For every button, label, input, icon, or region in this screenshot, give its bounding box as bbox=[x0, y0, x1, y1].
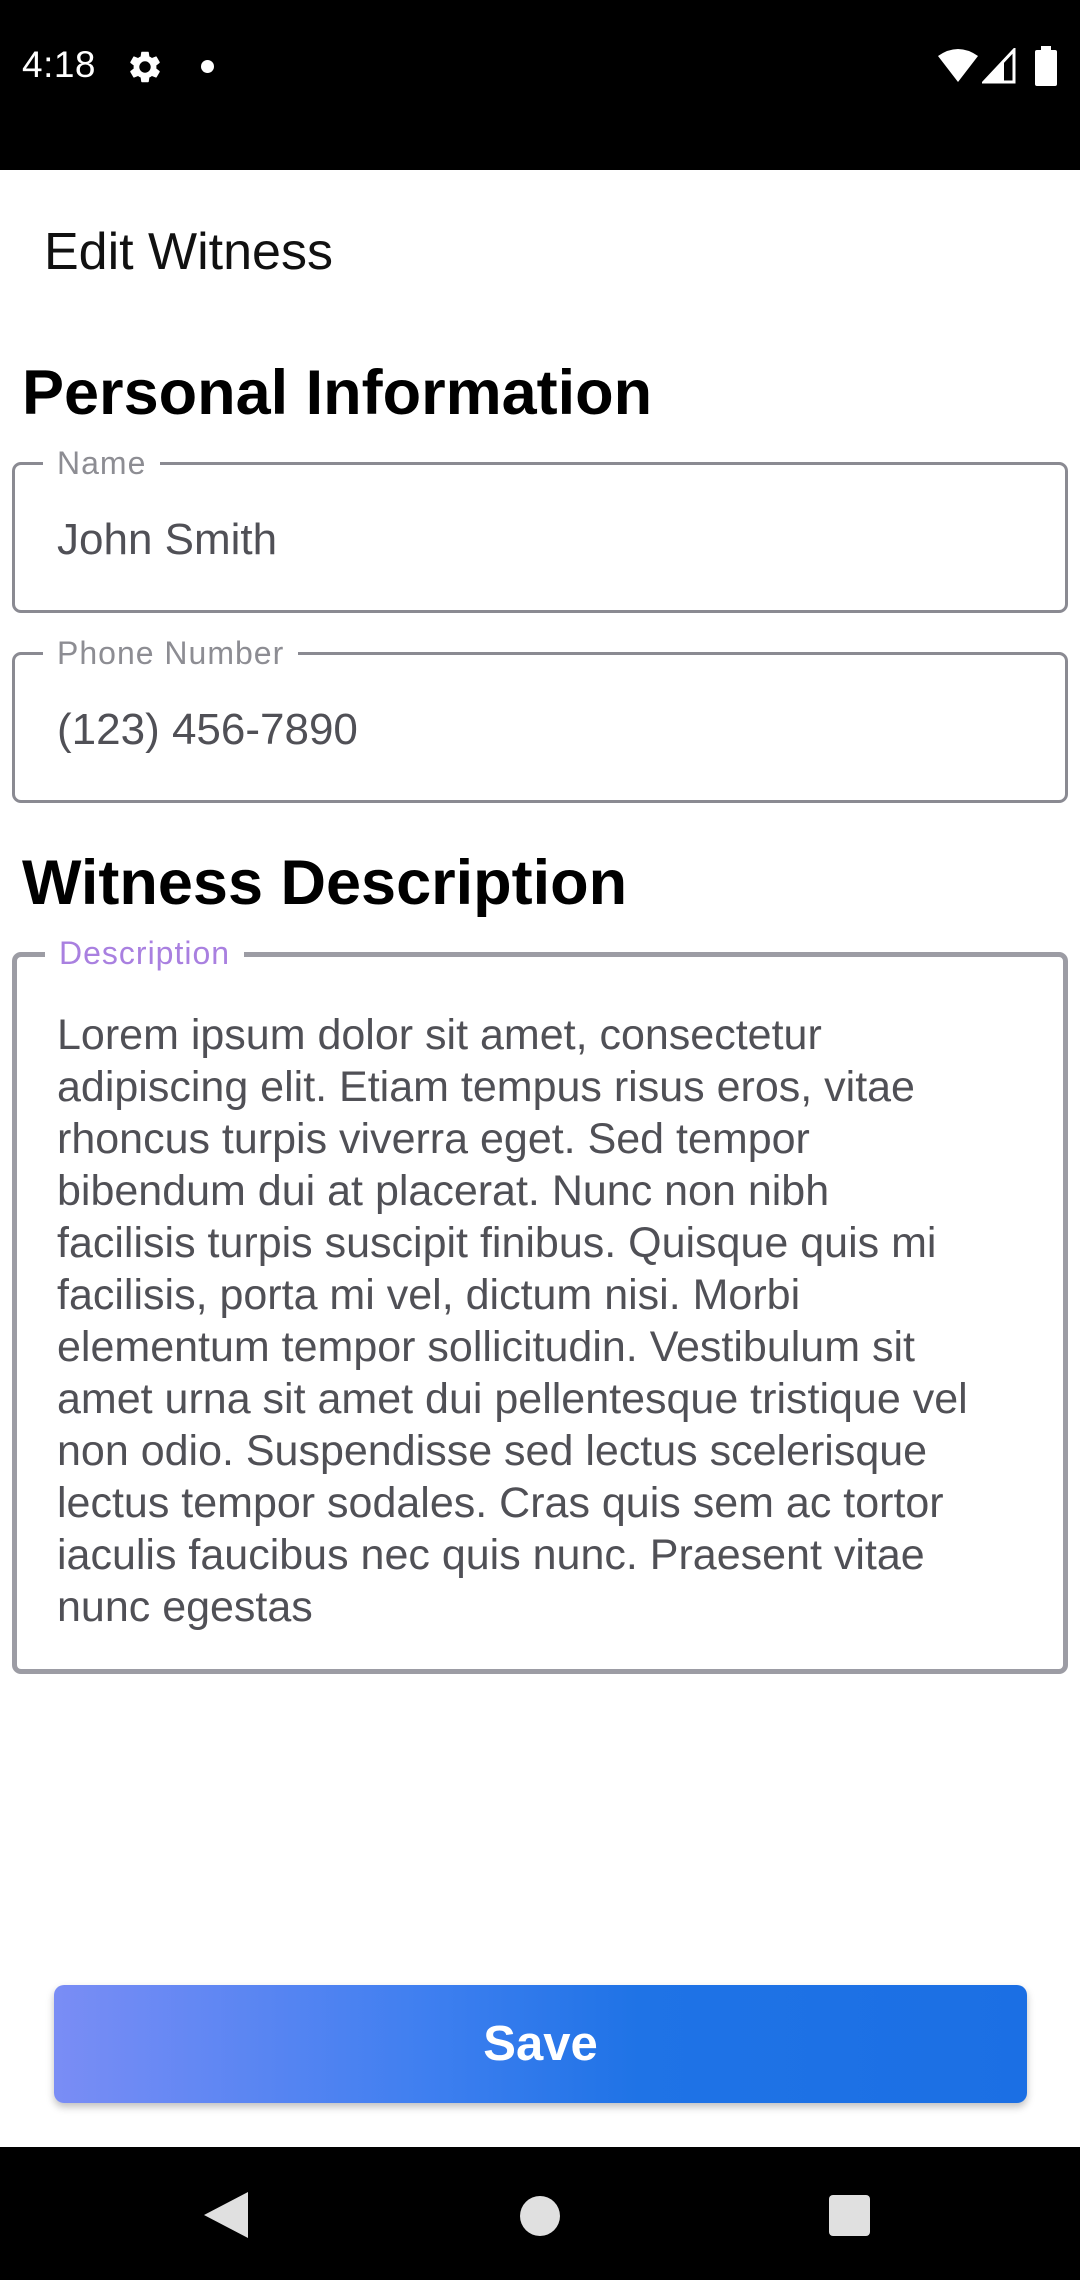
description-textarea-value[interactable]: Lorem ipsum dolor sit amet, consectetur … bbox=[57, 1009, 1047, 1633]
back-icon[interactable] bbox=[204, 2192, 248, 2238]
wifi-icon bbox=[938, 49, 978, 82]
status-time: 4:18 bbox=[22, 44, 97, 85]
description-field[interactable]: Description Lorem ipsum dolor sit amet, … bbox=[12, 934, 1068, 1674]
gear-icon bbox=[130, 51, 160, 83]
recents-icon[interactable] bbox=[829, 2195, 870, 2236]
phone-number-field[interactable]: Phone Number (123) 456-7890 bbox=[12, 634, 1068, 803]
phone-number-input-value[interactable]: (123) 456-7890 bbox=[57, 705, 358, 755]
notification-dot-icon bbox=[201, 60, 214, 73]
page-title: Edit Witness bbox=[44, 223, 333, 281]
description-field-label: Description bbox=[45, 934, 245, 972]
name-input-value[interactable]: John Smith bbox=[57, 515, 277, 565]
save-button[interactable]: Save bbox=[54, 1985, 1027, 2103]
navigation-bar bbox=[0, 2147, 1080, 2280]
witness-description-heading: Witness Description bbox=[22, 848, 628, 918]
personal-information-heading: Personal Information bbox=[22, 358, 653, 428]
status-bar: 4:18 bbox=[0, 0, 1080, 170]
name-field[interactable]: Name John Smith bbox=[12, 444, 1068, 613]
home-icon[interactable] bbox=[520, 2196, 560, 2236]
cell-signal-icon bbox=[982, 48, 1016, 84]
phone-number-field-label: Phone Number bbox=[43, 634, 299, 672]
name-field-label: Name bbox=[43, 444, 161, 482]
battery-icon bbox=[1035, 46, 1057, 86]
